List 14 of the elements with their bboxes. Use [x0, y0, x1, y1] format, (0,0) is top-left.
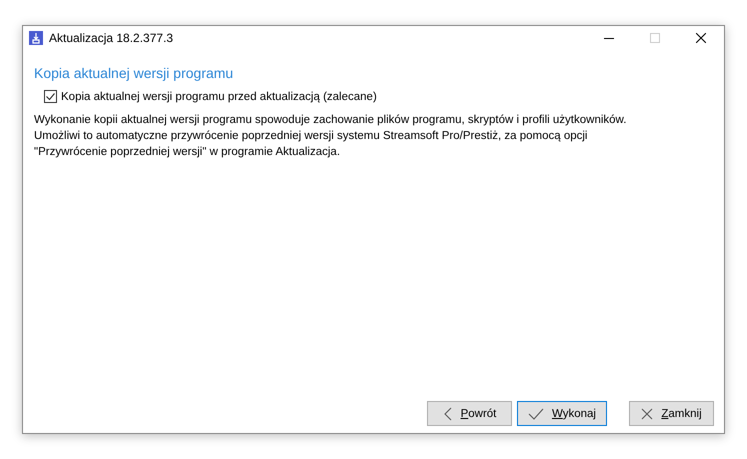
execute-button[interactable]: Wykonaj: [516, 401, 607, 426]
window-title: Aktualizacja 18.2.377.3: [49, 30, 174, 44]
close-icon: [641, 408, 654, 420]
checkbox[interactable]: [44, 90, 57, 103]
description-text: Wykonanie kopii aktualnej wersji programu spowoduje zachowanie plików programu, skryptów i profili użytkowników. Umożliwi to automatyczne przywrócenie poprzedniej wersji systemu Streamsoft Pro/Prestiż, za pomocą opcji "Przywrócenie poprzedniej wersji" w programie Aktualizacja.: [34, 113, 628, 160]
back-button[interactable]: Powrót: [426, 401, 512, 426]
close-icon: [696, 32, 706, 42]
checkmark-icon: [528, 408, 544, 420]
section-heading: Kopia aktualnej wersji programu: [34, 65, 234, 81]
maximize-icon: [650, 32, 660, 42]
checkbox-label: Kopia aktualnej wersji programu przed aktualizacją (zalecane): [61, 90, 377, 102]
app-icon: [29, 30, 43, 44]
close-button[interactable]: Zamknij: [629, 401, 714, 426]
chevron-left-icon: [442, 406, 453, 420]
